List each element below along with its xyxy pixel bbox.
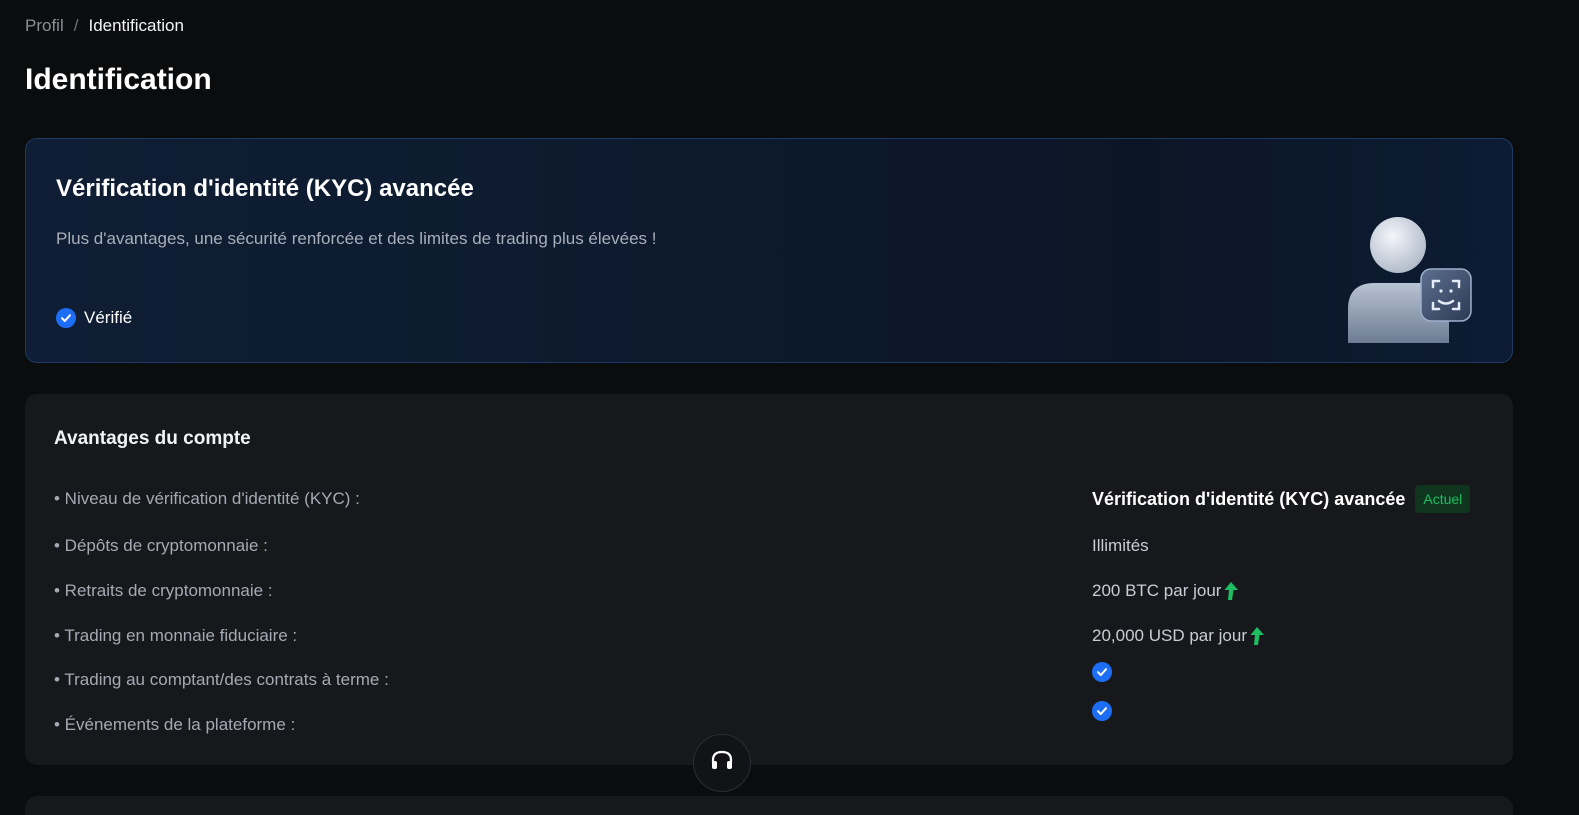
check-circle-icon [1092, 701, 1112, 721]
user-face-id-icon [1341, 211, 1481, 351]
headset-icon [709, 748, 735, 779]
check-circle-icon [1092, 662, 1112, 682]
support-button[interactable] [693, 734, 751, 792]
identification-page: Profil / Identification Identification V… [0, 0, 1579, 815]
benefit-value: 200 BTC par jour [1092, 576, 1239, 606]
benefit-label: • Trading en monnaie fiduciaire : [54, 626, 298, 645]
benefit-value [1092, 662, 1112, 682]
next-section-card [25, 796, 1513, 815]
arrow-up-icon [1223, 581, 1239, 601]
benefit-value: 20,000 USD par jour [1092, 621, 1265, 651]
kyc-status-label: Vérifié [84, 308, 133, 327]
check-circle-icon [56, 308, 76, 328]
benefit-row-crypto-deposits: • Dépôts de cryptomonnaie : Illimités [54, 531, 1484, 561]
current-badge: Actuel [1415, 485, 1471, 513]
benefit-label: • Trading au comptant/des contrats à ter… [54, 670, 389, 689]
breadcrumb-profil-link[interactable]: Profil [25, 14, 64, 38]
benefit-label: • Dépôts de cryptomonnaie : [54, 536, 268, 555]
account-benefits-card: Avantages du compte • Niveau de vérifica… [25, 394, 1513, 765]
benefit-value: Illimités [1092, 536, 1149, 555]
kyc-card-title: Vérification d'identité (KYC) avancée [56, 175, 474, 202]
fiat-limit-value: 20,000 USD par jour [1092, 626, 1247, 645]
kyc-status-card: Vérification d'identité (KYC) avancée Pl… [25, 138, 1513, 363]
benefit-row-fiat-trading: • Trading en monnaie fiduciaire : 20,000… [54, 621, 1484, 651]
benefit-row-crypto-withdrawals: • Retraits de cryptomonnaie : 200 BTC pa… [54, 576, 1484, 606]
benefit-value: Vérification d'identité (KYC) avancée Ac… [1092, 484, 1471, 514]
kyc-card-description: Plus d'avantages, une sécurité renforcée… [56, 229, 657, 248]
benefit-label: • Événements de la plateforme : [54, 715, 296, 734]
benefit-label: • Retraits de cryptomonnaie : [54, 581, 273, 600]
benefit-value [1092, 701, 1112, 721]
benefit-label: • Niveau de vérification d'identité (KYC… [54, 489, 360, 508]
benefit-row-platform-events: • Événements de la plateforme : [54, 701, 1484, 740]
kyc-level-value: Vérification d'identité (KYC) avancée [1092, 489, 1406, 509]
breadcrumb-current: Identification [88, 16, 184, 35]
withdrawal-limit-value: 200 BTC par jour [1092, 581, 1222, 600]
arrow-up-icon [1249, 626, 1265, 646]
benefits-title: Avantages du compte [54, 428, 251, 449]
breadcrumb: Profil / Identification [25, 14, 184, 38]
page-title: Identification [25, 63, 212, 96]
benefit-row-spot-futures: • Trading au comptant/des contrats à ter… [54, 662, 1484, 695]
benefit-row-kyc-level: • Niveau de vérification d'identité (KYC… [54, 484, 1484, 514]
kyc-verified-status: Vérifié [56, 308, 132, 328]
breadcrumb-separator: / [73, 16, 79, 35]
